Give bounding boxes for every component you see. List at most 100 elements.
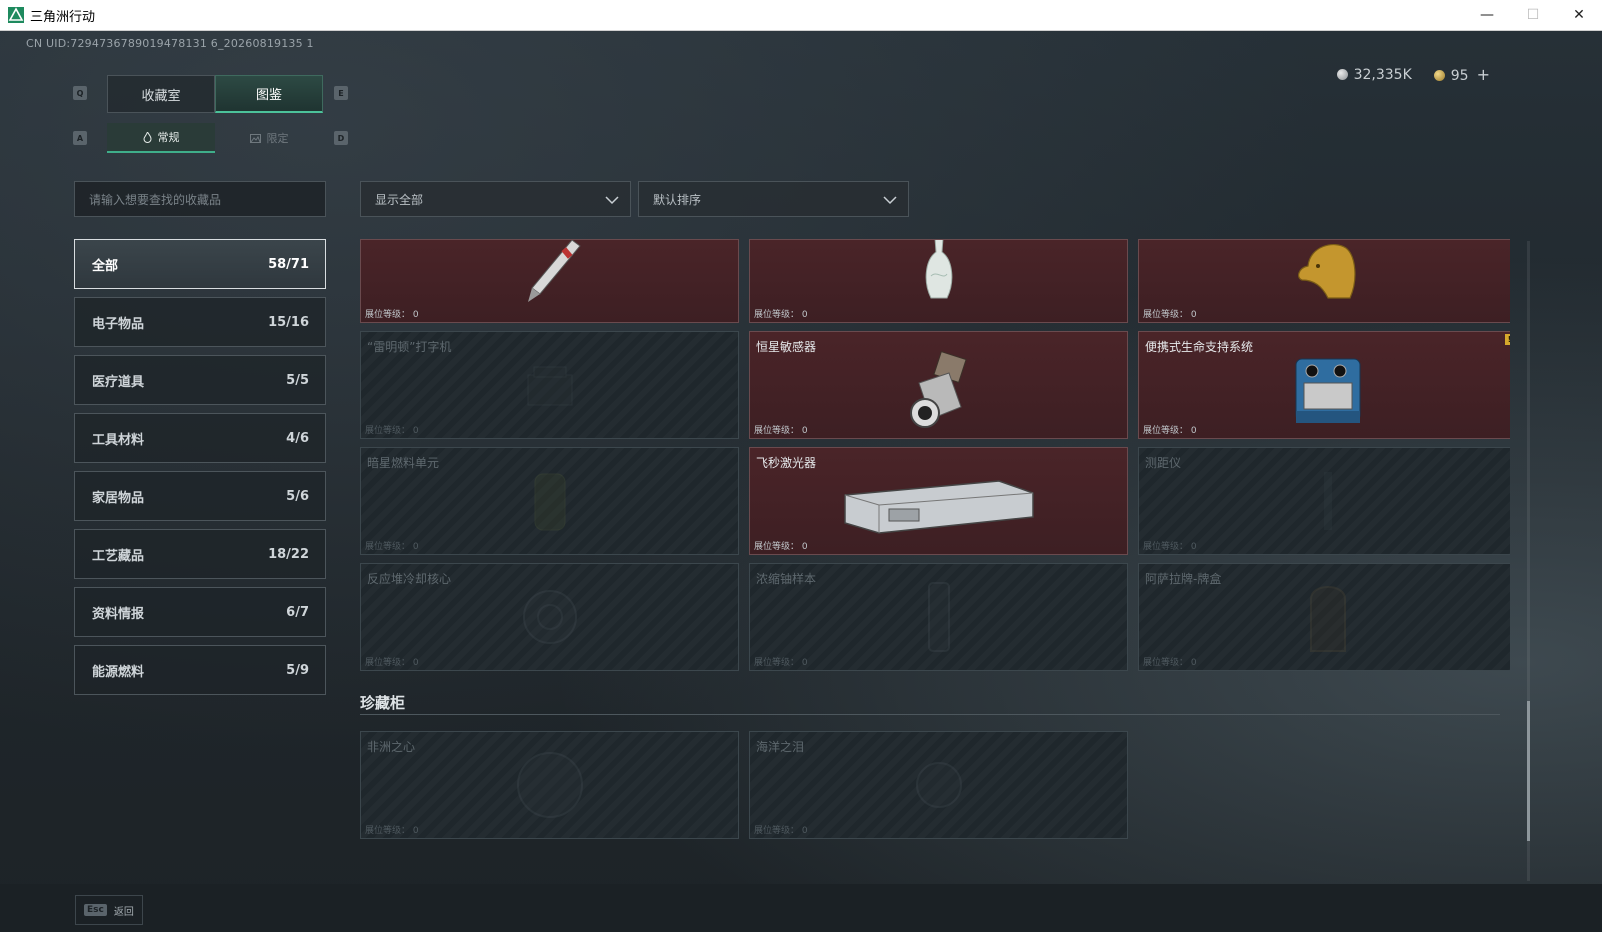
- tab-limited[interactable]: 限定: [215, 123, 323, 153]
- booth-level: 展位等级： 0: [1143, 539, 1197, 552]
- item-card[interactable]: “雷明顿”打字机 展位等级： 0: [360, 331, 739, 439]
- booth-level: 展位等级： 0: [365, 823, 419, 836]
- category-label: 工具材料: [92, 432, 145, 448]
- item-name: 测距仪: [1145, 456, 1182, 470]
- tab-regular[interactable]: 常规: [107, 123, 215, 153]
- item-card[interactable]: 飞秒激光器 展位等级： 0: [749, 447, 1128, 555]
- grid-scrollbar[interactable]: [1527, 241, 1530, 881]
- item-card[interactable]: 阿萨拉牌-牌盒 展位等级： 0: [1138, 563, 1510, 671]
- level-prefix: 展位等级：: [365, 542, 411, 552]
- tab-collection-room[interactable]: 收藏室: [107, 75, 215, 113]
- section-divider: [360, 714, 1500, 715]
- close-button[interactable]: ✕: [1556, 0, 1602, 30]
- category-crafts[interactable]: 工艺藏品 18/22: [74, 529, 326, 579]
- card-box-icon: [1309, 586, 1346, 652]
- level-prefix: 展位等级：: [365, 658, 411, 668]
- minimize-button[interactable]: —: [1464, 0, 1510, 30]
- category-label: 全部: [92, 258, 119, 274]
- category-fuel[interactable]: 能源燃料 5/9: [74, 645, 326, 695]
- pearl-icon: [915, 762, 962, 808]
- sort-dropdown[interactable]: 默认排序: [638, 181, 909, 217]
- level-prefix: 展位等级：: [1143, 426, 1189, 436]
- item-name: 阿萨拉牌-牌盒: [1145, 572, 1222, 586]
- booth-level: 展位等级： 0: [365, 307, 419, 320]
- category-count: 18/22: [268, 546, 309, 562]
- tab-catalog[interactable]: 图鉴: [215, 75, 323, 113]
- level-value: 0: [801, 826, 808, 836]
- item-card[interactable]: 暗星燃料单元 展位等级： 0: [360, 447, 739, 555]
- item-grid: 展位等级： 0 展位等级： 0 展位等级： 0 “雷明顿”打字机 展位等级： 0: [360, 239, 1510, 879]
- level-prefix: 展位等级：: [1143, 310, 1189, 320]
- level-value: 0: [801, 658, 808, 668]
- category-intel[interactable]: 资料情报 6/7: [74, 587, 326, 637]
- porcelain-vase-icon: [925, 240, 952, 299]
- booth-level: 展位等级： 0: [1143, 655, 1197, 668]
- item-card[interactable]: 测距仪 展位等级： 0: [1138, 447, 1510, 555]
- level-value: 0: [801, 426, 808, 436]
- search-input[interactable]: 请输入想要查找的收藏品: [74, 181, 326, 217]
- reactor-core-icon: [522, 590, 577, 644]
- golden-horse-head-icon: [1297, 244, 1355, 299]
- new-badge-icon: !: [1505, 334, 1510, 345]
- app-logo-icon: [8, 7, 24, 23]
- flame-icon: [142, 131, 152, 143]
- back-button[interactable]: Esc 返回: [75, 895, 143, 925]
- level-value: 0: [412, 542, 419, 552]
- tab-label: 常规: [157, 131, 180, 144]
- booth-level: 展位等级： 0: [754, 655, 808, 668]
- item-name: 暗星燃料单元: [367, 456, 440, 470]
- tab-label: 限定: [266, 132, 289, 145]
- level-value: 0: [801, 310, 808, 320]
- filter-dropdown[interactable]: 显示全部: [360, 181, 631, 217]
- add-currency-button[interactable]: +: [1477, 65, 1490, 84]
- category-count: 4/6: [286, 430, 309, 446]
- back-label: 返回: [113, 906, 134, 918]
- level-value: 0: [1190, 658, 1197, 668]
- category-label: 资料情报: [92, 606, 145, 622]
- category-count: 6/7: [286, 604, 309, 620]
- treasure-card[interactable]: 非洲之心 展位等级： 0: [360, 731, 739, 839]
- silver-amount: 32,335K: [1353, 66, 1412, 83]
- item-card[interactable]: 反应堆冷却核心 展位等级： 0: [360, 563, 739, 671]
- category-electronics[interactable]: 电子物品 15/16: [74, 297, 326, 347]
- booth-level: 展位等级： 0: [754, 823, 808, 836]
- item-name: 飞秒激光器: [756, 456, 817, 470]
- maximize-button[interactable]: ☐: [1510, 0, 1556, 30]
- gold-amount: 95: [1450, 68, 1469, 84]
- item-card[interactable]: 展位等级： 0: [360, 239, 739, 323]
- level-prefix: 展位等级：: [754, 658, 800, 668]
- category-count: 15/16: [268, 314, 309, 330]
- treasure-card[interactable]: 海洋之泪 展位等级： 0: [749, 731, 1128, 839]
- level-prefix: 展位等级：: [754, 426, 800, 436]
- category-label: 电子物品: [92, 316, 145, 332]
- level-prefix: 展位等级：: [754, 310, 800, 320]
- category-household[interactable]: 家居物品 5/6: [74, 471, 326, 521]
- key-hint-prev-sub: A: [73, 131, 87, 145]
- booth-level: 展位等级： 0: [365, 423, 419, 436]
- category-label: 工艺藏品: [92, 548, 145, 564]
- item-name: 恒星敏感器: [756, 340, 817, 354]
- level-prefix: 展位等级：: [1143, 542, 1189, 552]
- rangefinder-icon: [1323, 472, 1332, 530]
- category-tools[interactable]: 工具材料 4/6: [74, 413, 326, 463]
- laser-device-icon: [843, 480, 1034, 535]
- footer-bar: Esc 返回: [0, 884, 1602, 932]
- sub-tabs: 常规 限定: [107, 123, 323, 153]
- item-card[interactable]: 浓缩铀样本 展位等级： 0: [749, 563, 1128, 671]
- window-titlebar: 三角洲行动 — ☐ ✕: [0, 0, 1602, 31]
- tab-label: 收藏室: [141, 88, 181, 104]
- sort-value: 默认排序: [653, 192, 702, 207]
- item-card[interactable]: 展位等级： 0: [1138, 239, 1510, 323]
- category-medical[interactable]: 医疗道具 5/5: [74, 355, 326, 405]
- item-card[interactable]: 恒星敏感器 展位等级： 0: [749, 331, 1128, 439]
- gold-coin-icon: [1433, 70, 1445, 81]
- window-controls: — ☐ ✕: [1464, 0, 1602, 30]
- item-card[interactable]: 展位等级： 0: [749, 239, 1128, 323]
- item-name: 海洋之泪: [756, 740, 805, 754]
- category-all[interactable]: 全部 58/71: [74, 239, 326, 289]
- scrollbar-thumb[interactable]: [1527, 701, 1530, 841]
- item-card[interactable]: 便携式生命支持系统 ! 展位等级： 0: [1138, 331, 1510, 439]
- esc-key-hint: Esc: [84, 904, 107, 916]
- booth-level: 展位等级： 0: [1143, 307, 1197, 320]
- typewriter-icon: [527, 366, 572, 406]
